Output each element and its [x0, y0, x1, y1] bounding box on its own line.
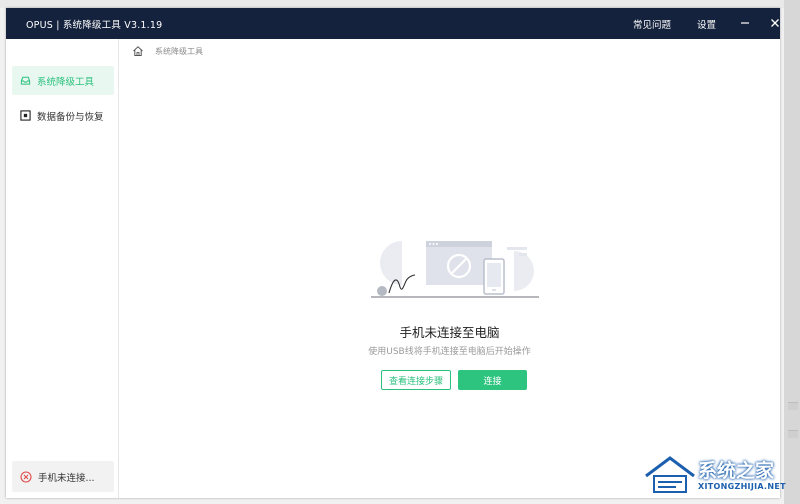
home-icon[interactable]: [132, 45, 144, 57]
background-tick: [788, 430, 798, 438]
sidebar-item-downgrade-tool[interactable]: 系统降级工具: [12, 66, 114, 95]
main-content: 系统降级工具 手机未连接至电脑 使用USB线将手机连接至电脑后开始操作 查看连接…: [119, 39, 780, 498]
sidebar-item-label: 系统降级工具: [37, 76, 95, 88]
connection-status: 手机未连接...: [12, 461, 114, 492]
error-circle-icon: [20, 470, 32, 483]
background-tick: [788, 402, 798, 410]
connection-status-label: 手机未连接...: [38, 472, 95, 484]
sidebar-item-label: 数据备份与恢复: [37, 111, 104, 123]
app-window: OPUS | 系统降级工具 V3.1.19 常见问题 设置 系统降级工具 数据备…: [6, 8, 780, 498]
empty-state-subtitle: 使用USB线将手机连接至电脑后开始操作: [368, 347, 531, 357]
empty-state-title: 手机未连接至电脑: [399, 325, 500, 340]
site-watermark: 系统之家 XITONGZHIJIA.NET: [640, 448, 790, 500]
breadcrumb-current: 系统降级工具: [155, 46, 203, 56]
inbox-icon: [19, 75, 31, 87]
window-title: OPUS | 系统降级工具 V3.1.19: [26, 20, 163, 31]
house-logo-icon: [644, 454, 696, 493]
square-plus-icon: [19, 110, 31, 122]
connect-button[interactable]: 连接: [458, 370, 527, 390]
settings-link[interactable]: 设置: [697, 17, 716, 31]
desktop-background-top: [0, 0, 800, 8]
view-connection-steps-button[interactable]: 查看连接步骤: [381, 370, 451, 390]
minimize-button[interactable]: [735, 13, 755, 33]
close-icon: [771, 19, 779, 27]
faq-link[interactable]: 常见问题: [633, 17, 671, 31]
watermark-cn: 系统之家: [698, 460, 775, 482]
desktop-background-right: [784, 0, 800, 504]
close-button[interactable]: [765, 13, 780, 33]
title-bar: OPUS | 系统降级工具 V3.1.19 常见问题 设置: [6, 8, 780, 39]
watermark-en: XITONGZHIJIA.NET: [698, 482, 786, 491]
breadcrumb: 系统降级工具: [132, 45, 203, 57]
sidebar: 系统降级工具 数据备份与恢复 手机未连接...: [6, 39, 119, 498]
sidebar-item-backup-restore[interactable]: 数据备份与恢复: [12, 101, 114, 130]
minimize-icon: [741, 22, 749, 24]
phone-disconnected-illustration: [371, 241, 539, 298]
